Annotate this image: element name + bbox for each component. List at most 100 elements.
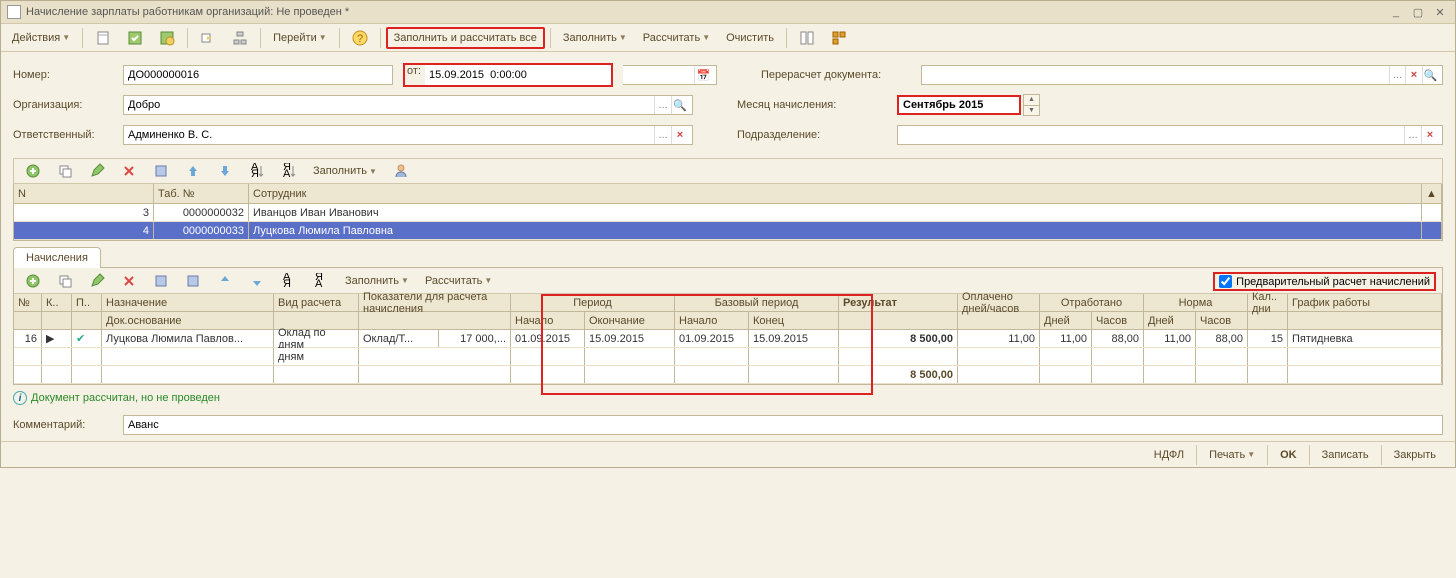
col-result[interactable]: Результат bbox=[839, 294, 958, 311]
col-hours[interactable]: Часов bbox=[1092, 312, 1144, 329]
col-period[interactable]: Период bbox=[511, 294, 675, 311]
col-nhours[interactable]: Часов bbox=[1196, 312, 1248, 329]
restore-button[interactable]: ▢ bbox=[1409, 6, 1427, 19]
edit-icon[interactable] bbox=[82, 160, 112, 182]
col-caldays[interactable]: Кал.. дни bbox=[1248, 294, 1288, 311]
copy-icon[interactable] bbox=[50, 160, 80, 182]
save-button[interactable]: Записать bbox=[1315, 444, 1376, 466]
select-icon[interactable]: ... bbox=[1404, 126, 1421, 144]
refresh-icon[interactable] bbox=[178, 270, 208, 292]
copy-icon[interactable] bbox=[50, 270, 80, 292]
add-icon[interactable] bbox=[18, 270, 48, 292]
col-ndays[interactable]: Дней bbox=[1144, 312, 1196, 329]
select-icon[interactable]: ... bbox=[654, 96, 671, 114]
delete-icon[interactable] bbox=[114, 160, 144, 182]
calc-button[interactable]: Рассчитать▼ bbox=[636, 27, 717, 49]
sort-desc-icon[interactable]: ЯA bbox=[306, 270, 336, 292]
spin-up-icon[interactable]: ▲ bbox=[1024, 95, 1039, 106]
print-button[interactable]: Печать▼ bbox=[1202, 444, 1262, 466]
sort-asc-icon[interactable]: AЯ bbox=[274, 270, 304, 292]
resp-input[interactable]: ...× bbox=[123, 125, 693, 145]
clear-icon[interactable]: × bbox=[1405, 66, 1421, 84]
month-spinner[interactable]: ▲▼ bbox=[1023, 94, 1040, 116]
delete-icon[interactable] bbox=[114, 270, 144, 292]
select-icon[interactable]: ... bbox=[1389, 66, 1405, 84]
date-input[interactable] bbox=[425, 65, 611, 85]
col-paid[interactable]: Оплачено дней/часов bbox=[958, 294, 1040, 311]
col-employee[interactable]: Сотрудник bbox=[249, 184, 1422, 203]
fill-button[interactable]: Заполнить▼ bbox=[556, 27, 634, 49]
table-row[interactable]: 30000000032Иванцов Иван Иванович bbox=[14, 204, 1442, 222]
clear-icon[interactable]: × bbox=[671, 126, 688, 144]
col-days[interactable]: Дней bbox=[1040, 312, 1092, 329]
col-assignment[interactable]: Назначение bbox=[102, 294, 274, 311]
fill-calc-all-button[interactable]: Заполнить и рассчитать все bbox=[386, 27, 545, 49]
up-icon[interactable] bbox=[178, 160, 208, 182]
goto-button[interactable]: Перейти▼ bbox=[266, 27, 334, 49]
close-button[interactable]: ✕ bbox=[1431, 6, 1449, 19]
precalc-check[interactable] bbox=[1219, 275, 1232, 288]
settings-icon[interactable] bbox=[824, 27, 854, 49]
col-bstart[interactable]: Начало bbox=[675, 312, 749, 329]
help-icon[interactable]: ? bbox=[345, 27, 375, 49]
close-button[interactable]: Закрыть bbox=[1387, 444, 1443, 466]
recalc-input[interactable]: ...×🔍 bbox=[921, 65, 1443, 85]
save-icon[interactable] bbox=[146, 270, 176, 292]
number-input[interactable] bbox=[123, 65, 393, 85]
tab-accruals[interactable]: Начисления bbox=[13, 247, 101, 268]
col-tab[interactable]: Таб. № bbox=[154, 184, 249, 203]
org-input[interactable]: ...🔍 bbox=[123, 95, 693, 115]
col-n[interactable]: № bbox=[14, 294, 42, 311]
calc-button[interactable]: Рассчитать▼ bbox=[418, 270, 499, 292]
repost-icon[interactable] bbox=[152, 27, 182, 49]
col-bperiod[interactable]: Базовый период bbox=[675, 294, 839, 311]
up-icon[interactable] bbox=[210, 270, 240, 292]
open-icon[interactable]: 🔍 bbox=[1422, 66, 1438, 84]
clear-icon[interactable]: × bbox=[1421, 126, 1438, 144]
col-k[interactable]: К.. bbox=[42, 294, 72, 311]
sort-asc-icon[interactable]: AЯ bbox=[242, 160, 272, 182]
col-start[interactable]: Начало bbox=[511, 312, 585, 329]
calendar-icon[interactable]: 📅 bbox=[694, 66, 712, 84]
ndfl-button[interactable]: НДФЛ bbox=[1147, 444, 1191, 466]
month-input[interactable] bbox=[897, 95, 1021, 115]
down-icon[interactable] bbox=[242, 270, 272, 292]
col-bend[interactable]: Конец bbox=[749, 312, 839, 329]
ok-button[interactable]: OK bbox=[1273, 444, 1304, 466]
sort-desc-icon[interactable]: ЯA bbox=[274, 160, 304, 182]
add-icon[interactable] bbox=[18, 160, 48, 182]
date-picker[interactable]: 📅 bbox=[623, 65, 717, 85]
fill-button[interactable]: Заполнить▼ bbox=[306, 160, 384, 182]
new-icon[interactable] bbox=[88, 27, 118, 49]
actions-button[interactable]: Действия▼ bbox=[5, 27, 77, 49]
table-row[interactable]: 40000000033Луцкова Люмила Павловна bbox=[14, 222, 1442, 240]
fill-button[interactable]: Заполнить▼ bbox=[338, 270, 416, 292]
down-icon[interactable] bbox=[210, 160, 240, 182]
table-row[interactable]: дням bbox=[14, 348, 1442, 366]
person-icon[interactable] bbox=[386, 160, 416, 182]
select-icon[interactable]: ... bbox=[654, 126, 671, 144]
col-calc-type[interactable]: Вид расчета bbox=[274, 294, 359, 311]
dept-input[interactable]: ...× bbox=[897, 125, 1443, 145]
col-end[interactable]: Окончание bbox=[585, 312, 675, 329]
col-p[interactable]: П.. bbox=[72, 294, 102, 311]
spin-down-icon[interactable]: ▼ bbox=[1024, 106, 1039, 116]
post-icon[interactable] bbox=[120, 27, 150, 49]
clear-button[interactable]: Очистить bbox=[719, 27, 781, 49]
refresh-icon[interactable] bbox=[146, 160, 176, 182]
col-norm[interactable]: Норма bbox=[1144, 294, 1248, 311]
col-schedule[interactable]: График работы bbox=[1288, 294, 1442, 311]
col-n[interactable]: N bbox=[14, 184, 154, 203]
col-worked[interactable]: Отработано bbox=[1040, 294, 1144, 311]
movements-icon[interactable] bbox=[193, 27, 223, 49]
scroll-up-icon[interactable]: ▲ bbox=[1422, 184, 1442, 203]
minimize-button[interactable]: _ bbox=[1387, 6, 1405, 19]
precalc-checkbox[interactable]: Предварительный расчет начислений bbox=[1213, 272, 1436, 291]
table-row[interactable]: 16▶✔Луцкова Люмила Павлов...Оклад по дня… bbox=[14, 330, 1442, 348]
open-icon[interactable]: 🔍 bbox=[671, 96, 688, 114]
comment-input[interactable] bbox=[123, 415, 1443, 435]
edit-icon[interactable] bbox=[82, 270, 112, 292]
layout-icon[interactable] bbox=[792, 27, 822, 49]
col-indicators[interactable]: Показатели для расчета начисления bbox=[359, 294, 511, 311]
col-docbase[interactable]: Док.основание bbox=[102, 312, 274, 329]
